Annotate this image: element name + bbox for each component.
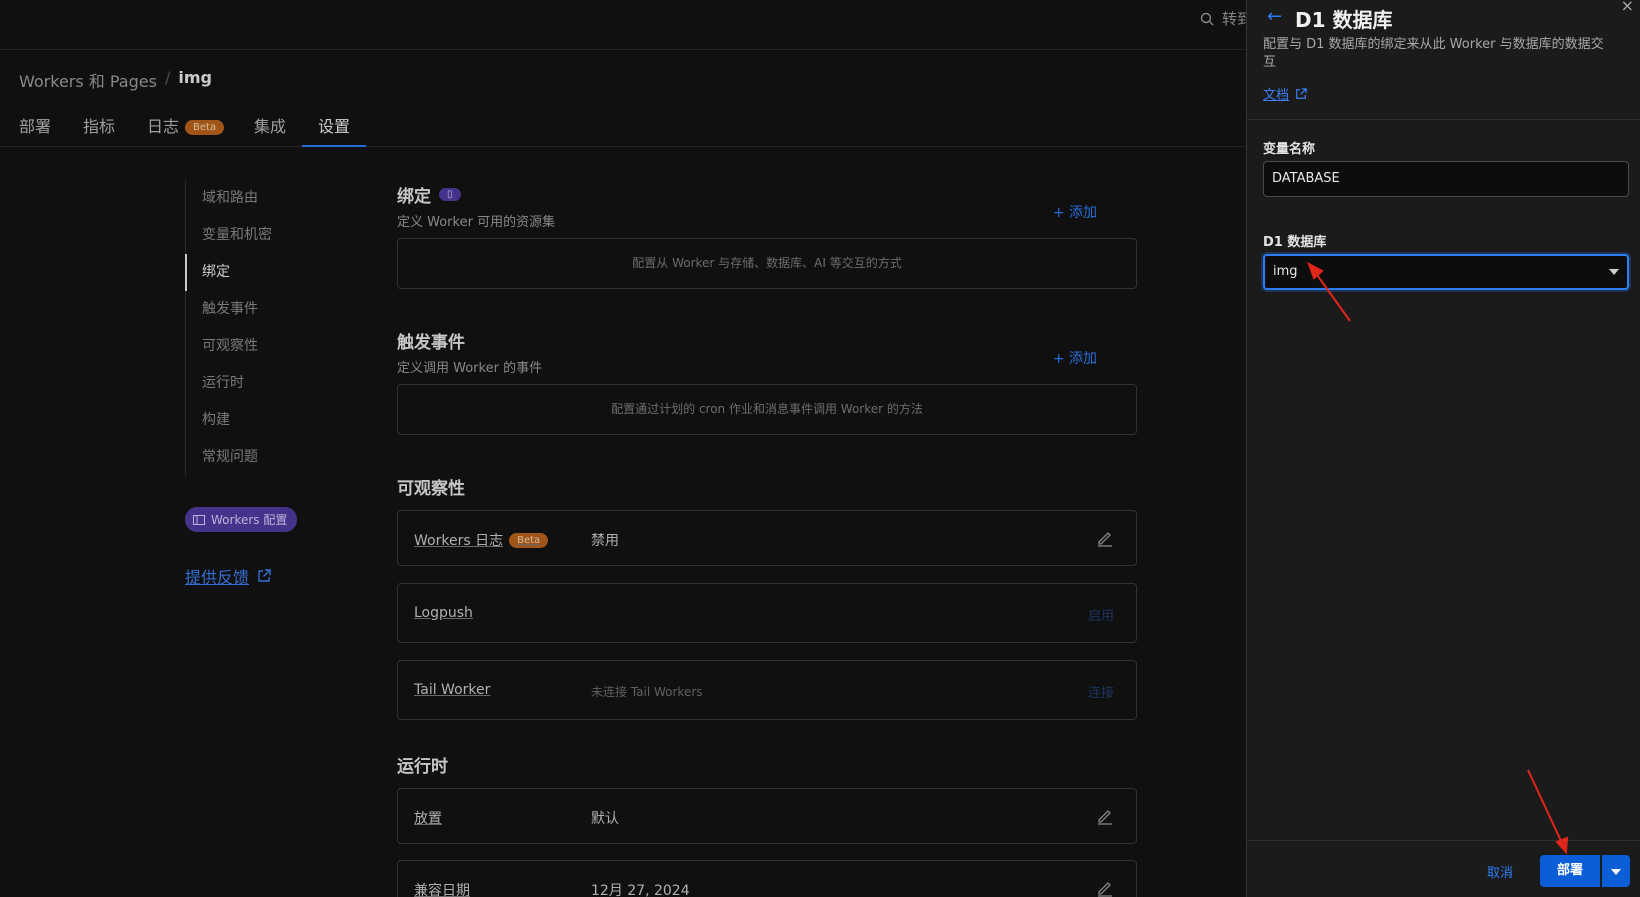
modal-overlay[interactable] (0, 0, 1246, 897)
select-value: img (1273, 264, 1298, 279)
deploy-options-chevron-icon[interactable] (1602, 855, 1630, 887)
d1-database-select[interactable]: img (1263, 254, 1629, 290)
var-name-label: 变量名称 (1263, 142, 1316, 157)
back-arrow-icon[interactable]: ← (1267, 6, 1282, 27)
panel-divider (1247, 119, 1640, 120)
chevron-down-icon (1609, 269, 1619, 275)
cancel-button[interactable]: 取消 (1487, 862, 1513, 881)
panel-footer-divider (1247, 840, 1640, 841)
d1-binding-panel: × ← D1 数据库 配置与 D1 数据库的绑定来从此 Worker 与数据库的… (1246, 0, 1640, 897)
d1-database-label: D1 数据库 (1263, 235, 1327, 250)
deploy-button[interactable]: 部署 (1540, 855, 1600, 887)
panel-title: D1 数据库 (1295, 8, 1393, 32)
var-name-input[interactable]: DATABASE (1263, 161, 1629, 197)
panel-description: 配置与 D1 数据库的绑定来从此 Worker 与数据库的数据交互 (1263, 37, 1604, 70)
close-icon[interactable]: × (1621, 0, 1634, 15)
external-link-icon (1296, 87, 1307, 99)
docs-label: 文档 (1263, 88, 1290, 103)
docs-link[interactable]: 文档 (1263, 84, 1307, 103)
